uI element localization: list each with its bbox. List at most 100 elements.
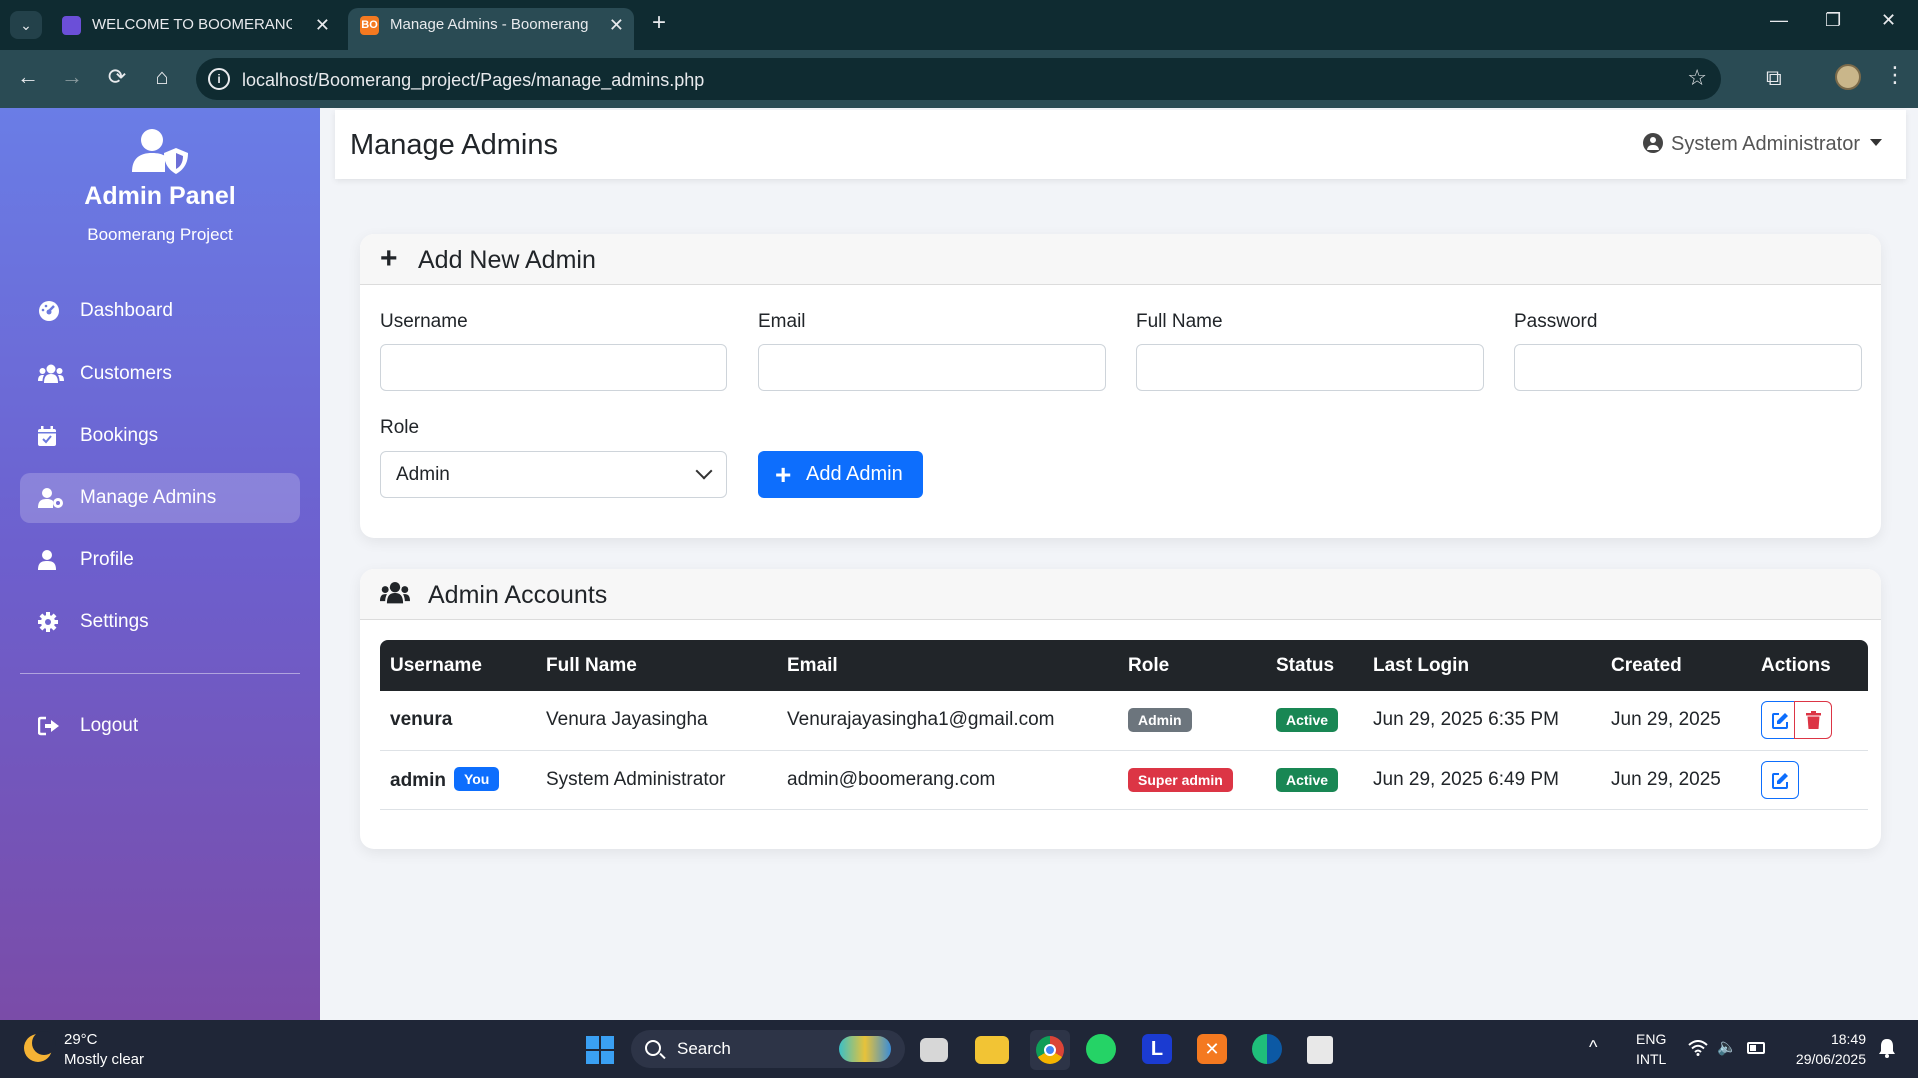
file-explorer-icon[interactable] bbox=[975, 1036, 1009, 1064]
browser-address-bar: ← → ⟳ ⌂ i localhost/Boomerang_project/Pa… bbox=[0, 50, 1918, 108]
profile-avatar[interactable] bbox=[1835, 64, 1861, 90]
weather-desc[interactable]: Mostly clear bbox=[64, 1051, 144, 1068]
browser-tab-manage-admins[interactable]: BO Manage Admins - Boomerang F ✕ bbox=[348, 8, 634, 50]
column-header[interactable]: Username bbox=[380, 640, 536, 691]
bookmark-star-icon[interactable]: ☆ bbox=[1687, 65, 1707, 91]
delete-button[interactable] bbox=[1794, 701, 1832, 740]
sidebar-item-customers[interactable]: Customers bbox=[20, 349, 300, 399]
page-header: Manage Admins System Administrator bbox=[335, 110, 1906, 179]
sidebar-item-label: Bookings bbox=[80, 425, 159, 446]
action-buttons bbox=[1761, 760, 1799, 799]
card-header: + Add New Admin bbox=[360, 234, 1881, 285]
l-app-icon[interactable]: L bbox=[1142, 1034, 1172, 1064]
close-window-button[interactable]: ✕ bbox=[1881, 10, 1896, 31]
browser-tab-welcome[interactable]: WELCOME TO BOOMERANG SC ✕ bbox=[50, 8, 340, 50]
tab-close-icon[interactable]: ✕ bbox=[315, 8, 330, 42]
search-label: Search bbox=[677, 1039, 731, 1058]
battery-icon[interactable] bbox=[1747, 1042, 1765, 1054]
username-cell: admin You bbox=[380, 750, 536, 810]
sidebar-item-profile[interactable]: Profile bbox=[20, 535, 300, 585]
email-input[interactable] bbox=[758, 344, 1106, 391]
site-info-icon[interactable]: i bbox=[208, 68, 230, 90]
back-button[interactable]: ← bbox=[13, 64, 43, 90]
home-button[interactable]: ⌂ bbox=[147, 64, 177, 90]
app-installer-icon[interactable] bbox=[1307, 1036, 1333, 1064]
full-name-cell: System Administrator bbox=[536, 750, 777, 810]
add-admin-card: + Add New Admin Username Email Full Name… bbox=[360, 234, 1881, 538]
full-name-input[interactable] bbox=[1136, 344, 1484, 391]
chevron-down-icon bbox=[695, 462, 713, 480]
chrome-icon-center bbox=[1044, 1044, 1056, 1056]
sidebar-item-label: Manage Admins bbox=[80, 487, 217, 508]
weather-temp[interactable]: 29°C bbox=[64, 1031, 98, 1048]
card-header: Admin Accounts bbox=[360, 569, 1881, 620]
reload-button[interactable]: ⟳ bbox=[102, 64, 132, 90]
table-row: admin You System Administrator admin@boom… bbox=[380, 750, 1868, 810]
admin-accounts-table: Username Full Name Email Role Status Las… bbox=[380, 640, 1868, 810]
column-header[interactable]: Last Login bbox=[1363, 640, 1601, 691]
search-highlight-image bbox=[839, 1036, 891, 1062]
actions-cell bbox=[1751, 691, 1868, 751]
sidebar-item-bookings[interactable]: Bookings bbox=[20, 411, 300, 461]
column-header[interactable]: Created bbox=[1601, 640, 1751, 691]
status-cell: Active bbox=[1266, 750, 1363, 810]
edit-button[interactable] bbox=[1761, 760, 1799, 799]
wifi-icon[interactable] bbox=[1688, 1040, 1708, 1056]
column-header[interactable]: Status bbox=[1266, 640, 1363, 691]
username-text: admin bbox=[390, 770, 446, 791]
extensions-icon[interactable]: ⧉ bbox=[1766, 65, 1782, 91]
column-header[interactable]: Role bbox=[1118, 640, 1266, 691]
column-header[interactable]: Full Name bbox=[536, 640, 777, 691]
xampp-icon[interactable]: ✕ bbox=[1197, 1034, 1227, 1064]
clock-date[interactable]: 29/06/2025 bbox=[1786, 1051, 1866, 1067]
table-header-row: Username Full Name Email Role Status Las… bbox=[380, 640, 1868, 691]
sidebar-item-logout[interactable]: Logout bbox=[20, 701, 300, 751]
notification-bell-icon[interactable] bbox=[1878, 1038, 1896, 1058]
maximize-button[interactable]: ❐ bbox=[1825, 10, 1841, 31]
chrome-taskbar-button[interactable] bbox=[1030, 1030, 1070, 1070]
task-view-icon[interactable] bbox=[920, 1038, 948, 1062]
url-bar[interactable]: i localhost/Boomerang_project/Pages/mana… bbox=[196, 58, 1721, 100]
username-label: Username bbox=[380, 311, 468, 332]
calendar-check-icon bbox=[38, 426, 56, 446]
full-name-label: Full Name bbox=[1136, 311, 1223, 332]
sidebar-item-manage-admins[interactable]: Manage Admins bbox=[20, 473, 300, 523]
tab-close-icon[interactable]: ✕ bbox=[609, 8, 624, 42]
add-admin-button[interactable]: + Add Admin bbox=[758, 451, 923, 498]
new-tab-button[interactable]: + bbox=[652, 9, 666, 37]
username-input[interactable] bbox=[380, 344, 727, 391]
column-header[interactable]: Email bbox=[777, 640, 1118, 691]
taskbar-search[interactable]: Search bbox=[631, 1030, 905, 1068]
page-title: Manage Admins bbox=[350, 129, 558, 161]
role-select[interactable]: Admin bbox=[380, 451, 727, 498]
language-top[interactable]: ENG bbox=[1636, 1031, 1666, 1047]
browser-menu-icon[interactable]: ⋮ bbox=[1884, 62, 1906, 88]
full-name-cell: Venura Jayasingha bbox=[536, 691, 777, 751]
email-label: Email bbox=[758, 311, 806, 332]
sidebar-item-settings[interactable]: Settings bbox=[20, 597, 300, 647]
role-label: Role bbox=[380, 417, 420, 438]
user-dropdown[interactable]: System Administrator bbox=[1643, 133, 1882, 156]
clock-time[interactable]: 18:49 bbox=[1828, 1031, 1866, 1047]
url-text[interactable]: localhost/Boomerang_project/Pages/manage… bbox=[242, 70, 704, 91]
tab-search-button[interactable]: ⌄ bbox=[10, 11, 42, 39]
minimize-button[interactable]: — bbox=[1770, 10, 1788, 31]
role-cell: Super admin bbox=[1118, 750, 1266, 810]
windows-start-icon[interactable] bbox=[586, 1036, 614, 1064]
sidebar-item-dashboard[interactable]: Dashboard bbox=[20, 286, 300, 336]
forward-button[interactable]: → bbox=[57, 64, 87, 90]
sidebar-item-label: Customers bbox=[80, 363, 172, 384]
column-header[interactable]: Actions bbox=[1751, 640, 1868, 691]
password-input[interactable] bbox=[1514, 344, 1862, 391]
you-badge: You bbox=[453, 767, 500, 791]
language-bottom[interactable]: INTL bbox=[1636, 1051, 1666, 1067]
users-icon bbox=[38, 364, 64, 383]
sidebar-item-label: Profile bbox=[80, 549, 134, 570]
tray-expand-icon[interactable]: ^ bbox=[1589, 1037, 1597, 1058]
whatsapp-icon[interactable] bbox=[1086, 1034, 1116, 1064]
volume-icon[interactable]: 🔈 bbox=[1717, 1037, 1737, 1057]
user-shield-logo-icon bbox=[132, 129, 188, 174]
edge-icon[interactable] bbox=[1252, 1034, 1282, 1064]
weather-moon-icon[interactable] bbox=[24, 1031, 56, 1062]
gauge-icon bbox=[39, 301, 59, 321]
